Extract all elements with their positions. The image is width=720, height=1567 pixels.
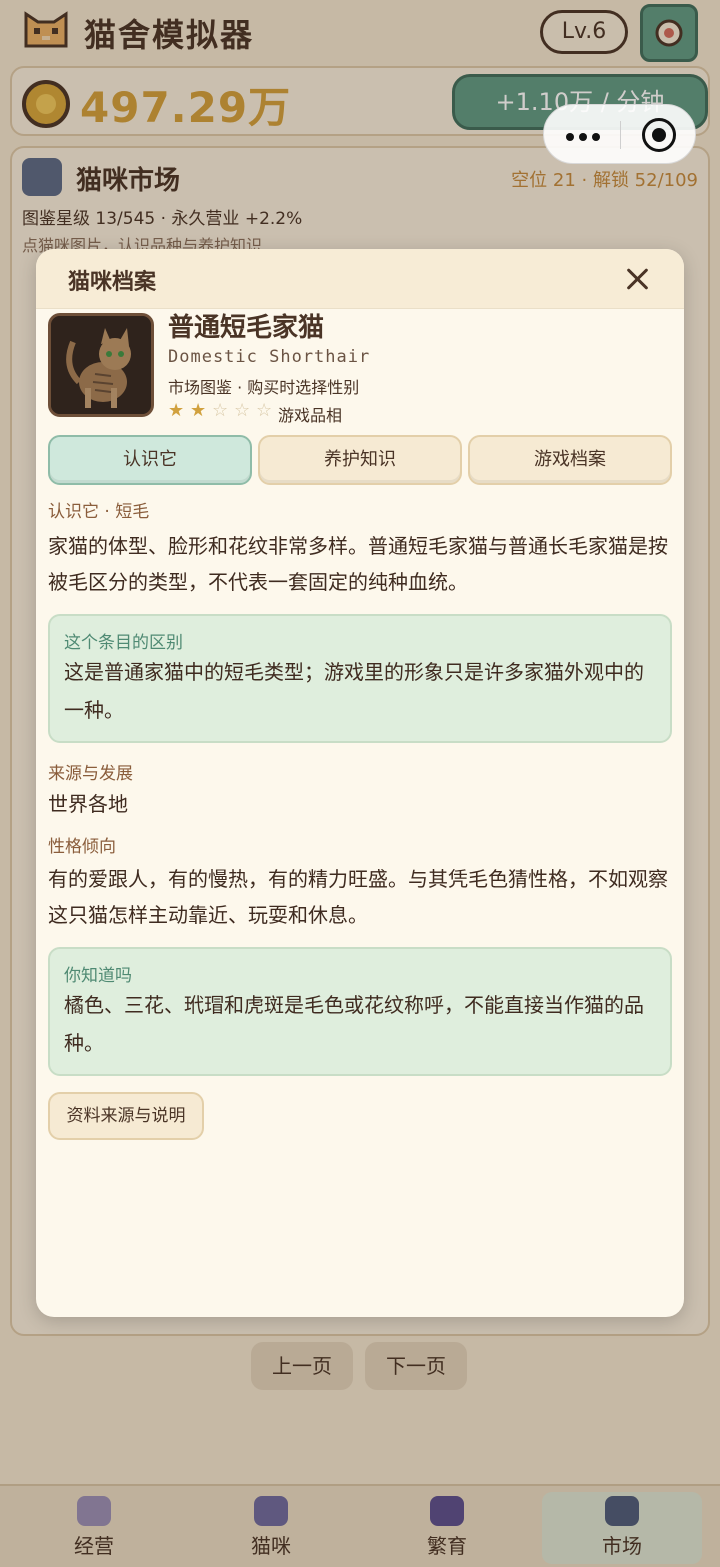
close-icon[interactable] bbox=[622, 263, 654, 295]
star-filled-icon: ★ bbox=[190, 400, 207, 421]
star-empty-icon: ☆ bbox=[234, 400, 251, 421]
more-menu-icon[interactable] bbox=[566, 133, 600, 141]
intro-text: 家猫的体型、脸形和花纹非常多样。普通短毛家猫与普通长毛家猫是按被毛区分的类型，不… bbox=[48, 534, 668, 594]
rating-stars: ★ ★ ☆ ☆ ☆ bbox=[168, 401, 278, 421]
fact-text: 橘色、三花、玳瑁和虎斑是毛色或花纹称呼，不能直接当作猫的品种。 bbox=[64, 993, 644, 1055]
star-empty-icon: ☆ bbox=[212, 400, 229, 421]
modal-header: 猫咪档案 bbox=[36, 249, 684, 309]
intro-label: 认识它 · 短毛 bbox=[48, 502, 150, 522]
tab-about[interactable]: 认识它 bbox=[48, 435, 252, 485]
cat-profile-modal: 猫咪档案 普通短毛家猫 Domestic Shorthair 市场图鉴 · 购买… bbox=[36, 249, 684, 1317]
miniprogram-capsule bbox=[543, 104, 696, 164]
star-empty-icon: ☆ bbox=[256, 400, 273, 421]
origin-label: 来源与发展 bbox=[48, 764, 133, 784]
cat-breed-english: Domestic Shorthair bbox=[168, 347, 371, 367]
fact-label: 你知道吗 bbox=[64, 966, 132, 986]
star-filled-icon: ★ bbox=[168, 400, 185, 421]
modal-tabs: 认识它 养护知识 游戏档案 bbox=[48, 435, 672, 485]
origin-text: 世界各地 bbox=[48, 792, 128, 816]
source-info-button[interactable]: 资料来源与说明 bbox=[48, 1092, 204, 1140]
cat-breed-name: 普通短毛家猫 bbox=[168, 313, 325, 343]
close-miniprogram-icon[interactable] bbox=[642, 118, 676, 152]
tab-game-profile[interactable]: 游戏档案 bbox=[468, 435, 672, 485]
tab-content: 认识它 · 短毛 家猫的体型、脸形和花纹非常多样。普通短毛家猫与普通长毛家猫是按… bbox=[48, 497, 672, 1140]
cat-portrait[interactable] bbox=[48, 313, 154, 417]
temperament-text: 有的爱跟人，有的慢热，有的精力旺盛。与其凭毛色猜性格，不如观察这只猫怎样主动靠近… bbox=[48, 867, 668, 927]
difference-callout: 这个条目的区别 这是普通家猫中的短毛类型；游戏里的形象只是许多家猫外观中的一种。 bbox=[48, 614, 672, 743]
modal-title: 猫咪档案 bbox=[68, 270, 157, 295]
difference-text: 这是普通家猫中的短毛类型；游戏里的形象只是许多家猫外观中的一种。 bbox=[64, 660, 644, 722]
tab-care[interactable]: 养护知识 bbox=[258, 435, 462, 485]
fact-callout: 你知道吗 橘色、三花、玳瑁和虎斑是毛色或花纹称呼，不能直接当作猫的品种。 bbox=[48, 947, 672, 1076]
rating-label: 游戏品相 bbox=[278, 406, 343, 425]
difference-label: 这个条目的区别 bbox=[64, 633, 183, 653]
temperament-label: 性格倾向 bbox=[48, 837, 116, 857]
cat-meta: 市场图鉴 · 购买时选择性别 bbox=[168, 378, 360, 397]
